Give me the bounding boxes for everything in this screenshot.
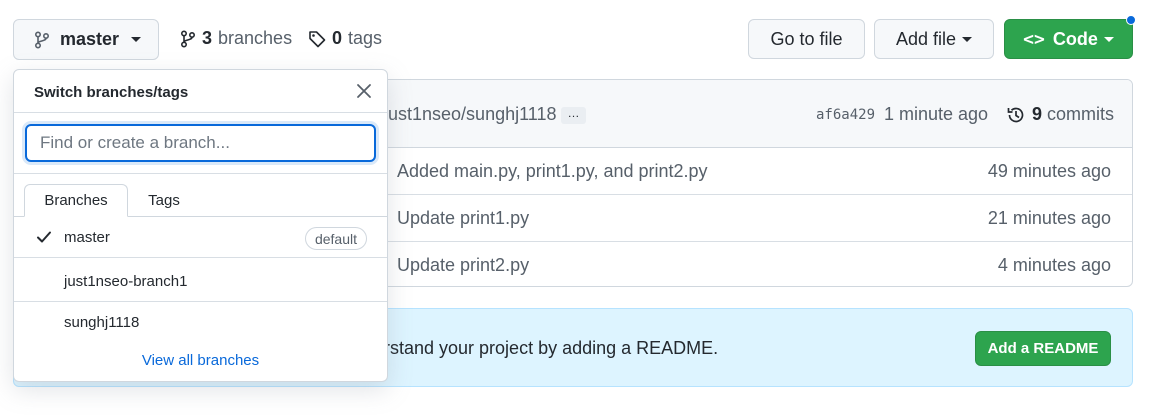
notification-dot xyxy=(1126,15,1136,25)
add-file-button[interactable]: Add file xyxy=(874,19,994,59)
branch-select-button[interactable]: master xyxy=(13,19,159,60)
branches-link[interactable]: 3 branches xyxy=(180,28,292,49)
code-button[interactable]: <> Code xyxy=(1004,19,1133,59)
git-branch-icon xyxy=(34,30,50,49)
chevron-down-icon xyxy=(1103,36,1114,42)
go-to-file-label: Go to file xyxy=(770,28,843,49)
commit-sha[interactable]: af6a429 xyxy=(816,107,875,123)
git-branch-icon xyxy=(180,29,196,48)
file-commit-message[interactable]: Update print2.py xyxy=(397,255,529,276)
add-readme-button[interactable]: Add a README xyxy=(975,331,1111,366)
tags-label: tags xyxy=(348,28,383,48)
view-all-branches-link[interactable]: View all branches xyxy=(14,352,387,369)
tag-icon xyxy=(309,30,326,47)
tags-count: 0 xyxy=(332,28,343,48)
commit-time: 1 minute ago xyxy=(884,104,989,124)
file-commit-time: 4 minutes ago xyxy=(997,255,1111,275)
branches-count: 3 xyxy=(202,28,213,48)
commits-label: commits xyxy=(1047,104,1115,124)
default-badge: default xyxy=(304,227,367,250)
dropdown-title: Switch branches/tags xyxy=(34,84,189,101)
code-label: Code xyxy=(1052,28,1098,49)
close-icon[interactable] xyxy=(355,82,373,100)
branch-item-label: master xyxy=(64,229,110,246)
branch-search-input[interactable] xyxy=(25,124,376,162)
branch-item-label: just1nseo-branch1 xyxy=(64,273,188,290)
file-commit-time: 49 minutes ago xyxy=(987,161,1111,181)
file-commit-message[interactable]: Update print1.py xyxy=(397,208,529,229)
file-commit-message[interactable]: Added main.py, print1.py, and print2.py xyxy=(397,161,708,182)
check-icon xyxy=(37,231,51,243)
branches-label: branches xyxy=(218,28,293,48)
branch-item-label: sunghj1118 xyxy=(64,314,140,331)
divider xyxy=(14,173,387,174)
add-file-label: Add file xyxy=(895,28,957,49)
commits-link[interactable]: 9 commits xyxy=(1006,104,1114,125)
commits-count: 9 xyxy=(1032,104,1043,124)
branch-dropdown: Switch branches/tags Branches Tags maste… xyxy=(13,69,388,382)
readme-prompt-text: rstand your project by adding a README. xyxy=(384,338,719,358)
chevron-down-icon xyxy=(131,37,142,42)
chevron-down-icon xyxy=(962,36,973,42)
expand-commit-button[interactable]: … xyxy=(561,107,586,124)
tab-tags[interactable]: Tags xyxy=(132,184,196,217)
commit-author[interactable]: just1nseo/sunghj1118 xyxy=(384,104,556,125)
tab-branches[interactable]: Branches xyxy=(24,184,128,217)
tags-link[interactable]: 0 tags xyxy=(308,28,382,49)
branch-item-just1nseo-branch1[interactable]: just1nseo-branch1 xyxy=(14,261,387,302)
go-to-file-button[interactable]: Go to file xyxy=(748,19,865,59)
file-commit-time: 21 minutes ago xyxy=(987,208,1111,228)
add-readme-label: Add a README xyxy=(987,340,1099,357)
branch-name: master xyxy=(60,29,120,49)
branch-item-sunghj1118[interactable]: sunghj1118 xyxy=(14,302,387,343)
divider xyxy=(14,112,387,113)
history-icon xyxy=(1007,107,1024,122)
code-icon: <> xyxy=(1023,28,1045,50)
branch-item-master[interactable]: master default xyxy=(14,217,387,258)
